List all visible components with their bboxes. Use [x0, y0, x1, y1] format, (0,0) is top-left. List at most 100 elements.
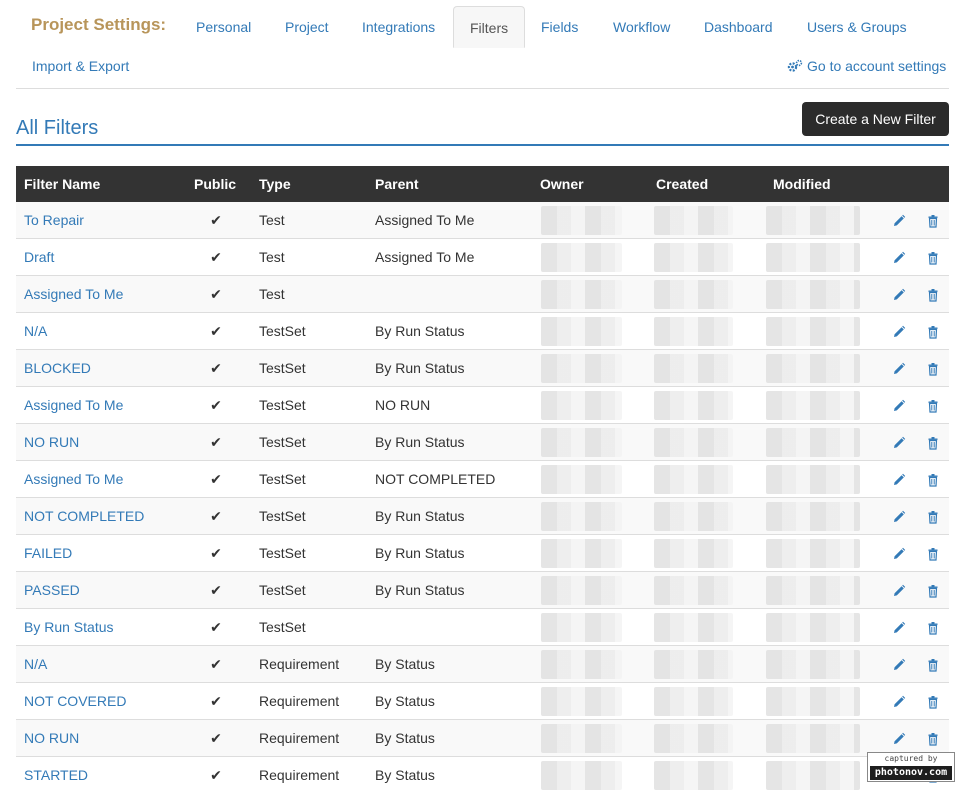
created-redacted	[654, 613, 733, 642]
trash-icon[interactable]	[926, 658, 940, 672]
table-row: Assigned To Me ✔ TestSet NO RUN	[16, 387, 949, 424]
section-title: All Filters	[16, 117, 99, 139]
tab-workflow[interactable]: Workflow	[597, 6, 686, 48]
public-check-icon: ✔	[210, 360, 222, 376]
filter-name-link[interactable]: NO RUN	[24, 424, 79, 461]
filter-name-link[interactable]: STARTED	[24, 757, 88, 791]
account-settings-link[interactable]: Go to account settings	[787, 58, 946, 74]
filter-parent: Assigned To Me	[375, 249, 475, 265]
public-check-icon: ✔	[210, 767, 222, 783]
modified-redacted	[766, 576, 860, 605]
column-header-public[interactable]: Public	[194, 166, 236, 202]
create-filter-button[interactable]: Create a New Filter	[802, 102, 949, 136]
trash-icon[interactable]	[926, 399, 940, 413]
trash-icon[interactable]	[926, 510, 940, 524]
filter-type: TestSet	[259, 471, 306, 487]
pencil-icon[interactable]	[892, 288, 906, 302]
filter-name-link[interactable]: N/A	[24, 313, 47, 350]
filter-name-link[interactable]: Draft	[24, 239, 54, 276]
column-header-created[interactable]: Created	[656, 166, 708, 202]
filter-parent: NO RUN	[375, 397, 431, 413]
column-header-type[interactable]: Type	[259, 166, 291, 202]
owner-redacted	[541, 354, 622, 383]
trash-icon[interactable]	[926, 547, 940, 561]
tab-filters[interactable]: Filters	[453, 6, 526, 48]
filter-parent: By Run Status	[375, 582, 465, 598]
public-check-icon: ✔	[210, 212, 222, 228]
trash-icon[interactable]	[926, 214, 940, 228]
table-row: NO RUN ✔ TestSet By Run Status	[16, 424, 949, 461]
column-header-owner[interactable]: Owner	[540, 166, 584, 202]
pencil-icon[interactable]	[892, 436, 906, 450]
tab-project[interactable]: Project	[269, 6, 345, 48]
filter-name-link[interactable]: Assigned To Me	[24, 387, 123, 424]
filter-name-link[interactable]: To Repair	[24, 202, 84, 239]
filter-name-link[interactable]: By Run Status	[24, 609, 114, 646]
filter-name-link[interactable]: BLOCKED	[24, 350, 91, 387]
pencil-icon[interactable]	[892, 214, 906, 228]
column-header-filter-name[interactable]: Filter Name	[24, 166, 100, 202]
public-check-icon: ✔	[210, 693, 222, 709]
tab-integrations[interactable]: Integrations	[346, 6, 451, 48]
pencil-icon[interactable]	[892, 325, 906, 339]
filter-type: TestSet	[259, 434, 306, 450]
created-redacted	[654, 428, 733, 457]
modified-redacted	[766, 761, 860, 790]
pencil-icon[interactable]	[892, 399, 906, 413]
filter-parent: By Status	[375, 730, 435, 746]
filter-name-link[interactable]: NOT COVERED	[24, 683, 126, 720]
trash-icon[interactable]	[926, 436, 940, 450]
column-header-modified[interactable]: Modified	[773, 166, 831, 202]
trash-icon[interactable]	[926, 621, 940, 635]
tab-personal[interactable]: Personal	[180, 6, 267, 48]
filter-parent: By Run Status	[375, 545, 465, 561]
tab-users-groups[interactable]: Users & Groups	[791, 6, 923, 48]
tab-dashboard[interactable]: Dashboard	[688, 6, 789, 48]
pencil-icon[interactable]	[892, 732, 906, 746]
filter-name-link[interactable]: NOT COMPLETED	[24, 498, 144, 535]
filter-name-link[interactable]: PASSED	[24, 572, 80, 609]
created-redacted	[654, 761, 733, 790]
pencil-icon[interactable]	[892, 510, 906, 524]
filter-name-link[interactable]: NO RUN	[24, 720, 79, 757]
created-redacted	[654, 687, 733, 716]
pencil-icon[interactable]	[892, 362, 906, 376]
filter-type: Requirement	[259, 693, 340, 709]
owner-redacted	[541, 687, 622, 716]
created-redacted	[654, 243, 733, 272]
pencil-icon[interactable]	[892, 695, 906, 709]
trash-icon[interactable]	[926, 288, 940, 302]
watermark-line-2: photonov.com	[870, 766, 952, 780]
gear-icon	[787, 59, 803, 73]
trash-icon[interactable]	[926, 362, 940, 376]
created-redacted	[654, 724, 733, 753]
filters-table: Filter Name Public Type Parent Owner Cre…	[16, 166, 949, 791]
tab-import-export[interactable]: Import & Export	[32, 58, 129, 74]
filter-name-link[interactable]: Assigned To Me	[24, 461, 123, 498]
pencil-icon[interactable]	[892, 473, 906, 487]
filter-name-link[interactable]: FAILED	[24, 535, 72, 572]
column-header-parent[interactable]: Parent	[375, 166, 419, 202]
pencil-icon[interactable]	[892, 584, 906, 598]
pencil-icon[interactable]	[892, 251, 906, 265]
tab-fields[interactable]: Fields	[525, 6, 594, 48]
pencil-icon[interactable]	[892, 658, 906, 672]
trash-icon[interactable]	[926, 473, 940, 487]
trash-icon[interactable]	[926, 695, 940, 709]
pencil-icon[interactable]	[892, 621, 906, 635]
filter-type: TestSet	[259, 323, 306, 339]
filter-type: TestSet	[259, 545, 306, 561]
owner-redacted	[541, 428, 622, 457]
created-redacted	[654, 539, 733, 568]
table-row: BLOCKED ✔ TestSet By Run Status	[16, 350, 949, 387]
trash-icon[interactable]	[926, 584, 940, 598]
trash-icon[interactable]	[926, 325, 940, 339]
owner-redacted	[541, 391, 622, 420]
pencil-icon[interactable]	[892, 547, 906, 561]
trash-icon[interactable]	[926, 732, 940, 746]
trash-icon[interactable]	[926, 251, 940, 265]
modified-redacted	[766, 687, 860, 716]
filter-name-link[interactable]: Assigned To Me	[24, 276, 123, 313]
page-title: Project Settings:	[31, 15, 167, 34]
filter-name-link[interactable]: N/A	[24, 646, 47, 683]
